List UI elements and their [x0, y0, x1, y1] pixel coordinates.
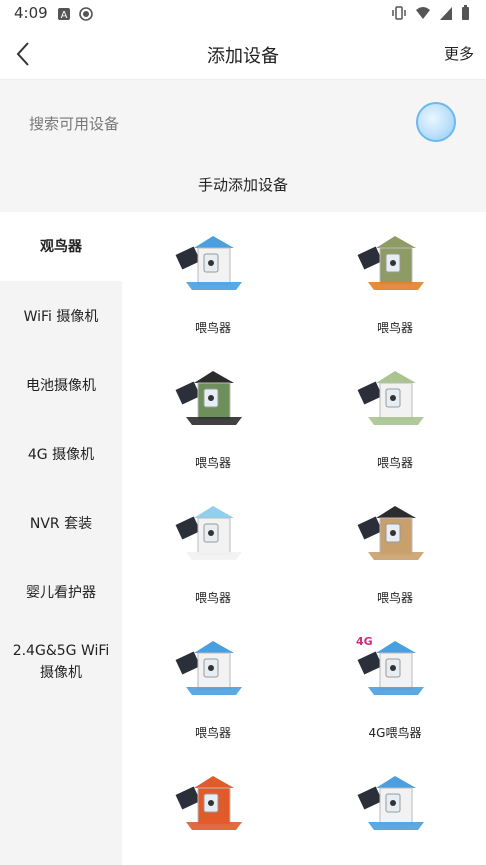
device-label: 4G喂鸟器 — [368, 726, 422, 740]
sidebar-item-wifi-camera[interactable]: WiFi 摄像机 — [0, 306, 122, 328]
wifi-icon — [415, 5, 431, 25]
device-card[interactable]: 喂鸟器 — [304, 347, 486, 482]
sidebar-item-bird-feeder[interactable]: 观鸟器 — [0, 212, 122, 281]
device-label: 喂鸟器 — [376, 591, 413, 605]
app-notification-icon: A — [57, 6, 71, 25]
badge-4g: 4G — [356, 635, 373, 648]
signal-icon — [439, 5, 453, 25]
category-sidebar: 观鸟器 WiFi 摄像机 电池摄像机 4G 摄像机 NVR 套装 婴儿看护器 2… — [0, 212, 122, 865]
sidebar-item-4g-camera[interactable]: 4G 摄像机 — [0, 444, 122, 466]
search-panel: 搜索可用设备 手动添加设备 — [0, 80, 486, 212]
sidebar-item-dual-band-wifi-camera[interactable]: 2.4G&5G WiFi 摄像机 — [0, 640, 122, 684]
vibrate-icon — [391, 5, 407, 25]
device-card[interactable]: 喂鸟器 — [304, 482, 486, 617]
bird-feeder-image — [175, 371, 242, 425]
status-bar: 4:09 A — [0, 0, 486, 28]
status-time: 4:09 — [14, 4, 48, 22]
device-grid: 喂鸟器 喂鸟器 喂鸟器 喂鸟器 喂鸟器 喂鸟器 喂鸟器 4G 4G喂鸟器 — [122, 212, 486, 865]
device-label: 喂鸟器 — [194, 726, 231, 740]
manual-add-device-button[interactable]: 手动添加设备 — [0, 174, 486, 195]
target-notification-icon — [79, 6, 93, 25]
device-label: 喂鸟器 — [194, 456, 231, 470]
battery-icon — [461, 5, 470, 25]
device-label: 喂鸟器 — [376, 321, 413, 335]
bird-feeder-image — [175, 506, 242, 560]
device-card[interactable]: 喂鸟器 — [122, 617, 304, 752]
page-title: 添加设备 — [207, 46, 279, 67]
device-label: 喂鸟器 — [194, 591, 231, 605]
svg-text:A: A — [61, 10, 68, 21]
device-label: 喂鸟器 — [376, 456, 413, 470]
bird-feeder-image — [357, 236, 424, 290]
device-card[interactable]: 喂鸟器 — [122, 482, 304, 617]
bird-feeder-image — [357, 506, 424, 560]
device-card[interactable]: 喂鸟器 — [122, 347, 304, 482]
device-card[interactable]: 喂鸟器 — [304, 212, 486, 347]
radar-scan-icon[interactable] — [416, 102, 456, 142]
sidebar-item-nvr-kit[interactable]: NVR 套装 — [0, 513, 122, 535]
device-card[interactable]: 4G 4G喂鸟器 — [304, 617, 486, 752]
bird-feeder-image — [357, 371, 424, 425]
search-available-devices-label: 搜索可用设备 — [29, 115, 120, 133]
bird-feeder-image — [175, 776, 242, 830]
bird-feeder-image — [175, 641, 242, 695]
title-bar: 添加设备 更多 — [0, 28, 486, 80]
device-label: 喂鸟器 — [194, 321, 231, 335]
bird-feeder-image — [175, 236, 242, 290]
sidebar-item-baby-monitor[interactable]: 婴儿看护器 — [0, 582, 122, 604]
device-card[interactable] — [304, 752, 486, 865]
more-button[interactable]: 更多 — [444, 43, 474, 64]
bird-feeder-image — [357, 776, 424, 830]
device-card[interactable]: 喂鸟器 — [122, 212, 304, 347]
bird-feeder-image: 4G — [356, 635, 424, 695]
sidebar-item-battery-camera[interactable]: 电池摄像机 — [0, 375, 122, 397]
device-card[interactable] — [122, 752, 304, 865]
